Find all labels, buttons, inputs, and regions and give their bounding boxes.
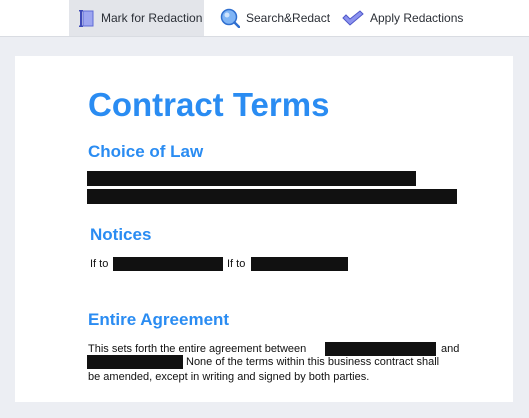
- document-title: Contract Terms: [88, 86, 330, 123]
- redaction-box[interactable]: [113, 257, 223, 271]
- notice-if-to-label: If to: [227, 258, 246, 270]
- agreement-text: This sets forth the entire agreement bet…: [88, 343, 307, 355]
- agreement-text: and: [441, 343, 460, 355]
- search-icon: [220, 8, 240, 28]
- search-and-redact-label: Search&Redact: [246, 11, 331, 25]
- heading-notices: Notices: [90, 225, 152, 244]
- redaction-box[interactable]: [87, 355, 183, 369]
- redaction-box[interactable]: [251, 257, 348, 271]
- apply-redactions-button[interactable]: Apply Redactions: [342, 0, 463, 36]
- apply-redactions-label: Apply Redactions: [370, 11, 464, 25]
- text-cursor-highlight-icon: [79, 9, 95, 27]
- search-and-redact-button[interactable]: Search&Redact: [220, 0, 330, 36]
- heading-choice-of-law: Choice of Law: [88, 142, 204, 161]
- mark-for-redaction-label: Mark for Redaction: [101, 11, 203, 25]
- redaction-box[interactable]: [87, 171, 416, 186]
- document-page: Contract Terms Choice of Law Notices If …: [15, 56, 513, 402]
- agreement-text: be amended, except in writing and signed…: [88, 371, 370, 383]
- heading-entire-agreement: Entire Agreement: [88, 310, 230, 329]
- notice-if-to-label: If to: [90, 258, 109, 270]
- agreement-text: None of the terms within this business c…: [186, 356, 440, 368]
- redaction-box[interactable]: [87, 189, 457, 204]
- redaction-toolbar: Mark for Redaction Search&Redact Apply R…: [0, 0, 529, 37]
- mark-for-redaction-button[interactable]: Mark for Redaction: [69, 0, 204, 36]
- redaction-box[interactable]: [325, 342, 436, 356]
- checkmark-icon: [342, 10, 364, 26]
